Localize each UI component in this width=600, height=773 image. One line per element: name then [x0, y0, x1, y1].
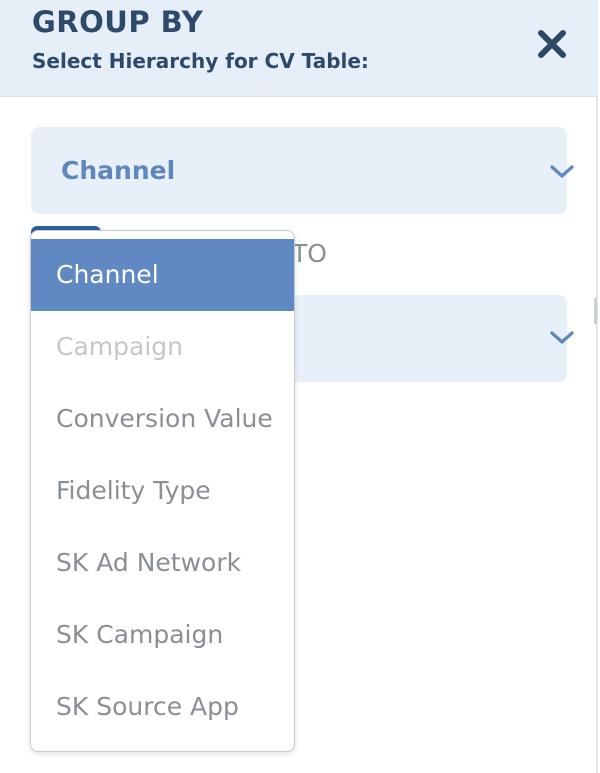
panel-title: GROUP BY [32, 5, 204, 39]
dropdown-option[interactable]: SK Campaign [31, 599, 294, 671]
hierarchy-select-1[interactable]: Channel [31, 127, 574, 214]
to-label: TO [292, 239, 327, 268]
hierarchy-select-1-value: Channel [61, 156, 176, 185]
dropdown-option[interactable]: SK Ad Network [31, 527, 294, 599]
dropdown-option[interactable]: Channel [31, 239, 294, 311]
dropdown-option: Campaign [56, 332, 183, 361]
chevron-down-icon [550, 331, 574, 344]
hierarchy-dropdown-menu: Channel Campaign Conversion Value Fideli… [30, 230, 295, 752]
dropdown-option[interactable]: SK Source App [31, 671, 294, 743]
dropdown-option[interactable]: Fidelity Type [31, 455, 294, 527]
chevron-down-icon [550, 165, 574, 178]
close-button[interactable] [532, 24, 572, 64]
panel-subtitle: Select Hierarchy for CV Table: [32, 49, 369, 73]
panel-header: GROUP BY Select Hierarchy for CV Table: [0, 0, 598, 97]
dropdown-option[interactable]: Conversion Value [31, 383, 294, 455]
close-icon [538, 30, 566, 58]
group-by-panel: GROUP BY Select Hierarchy for CV Table: … [0, 0, 598, 773]
scroll-edge [594, 298, 597, 324]
